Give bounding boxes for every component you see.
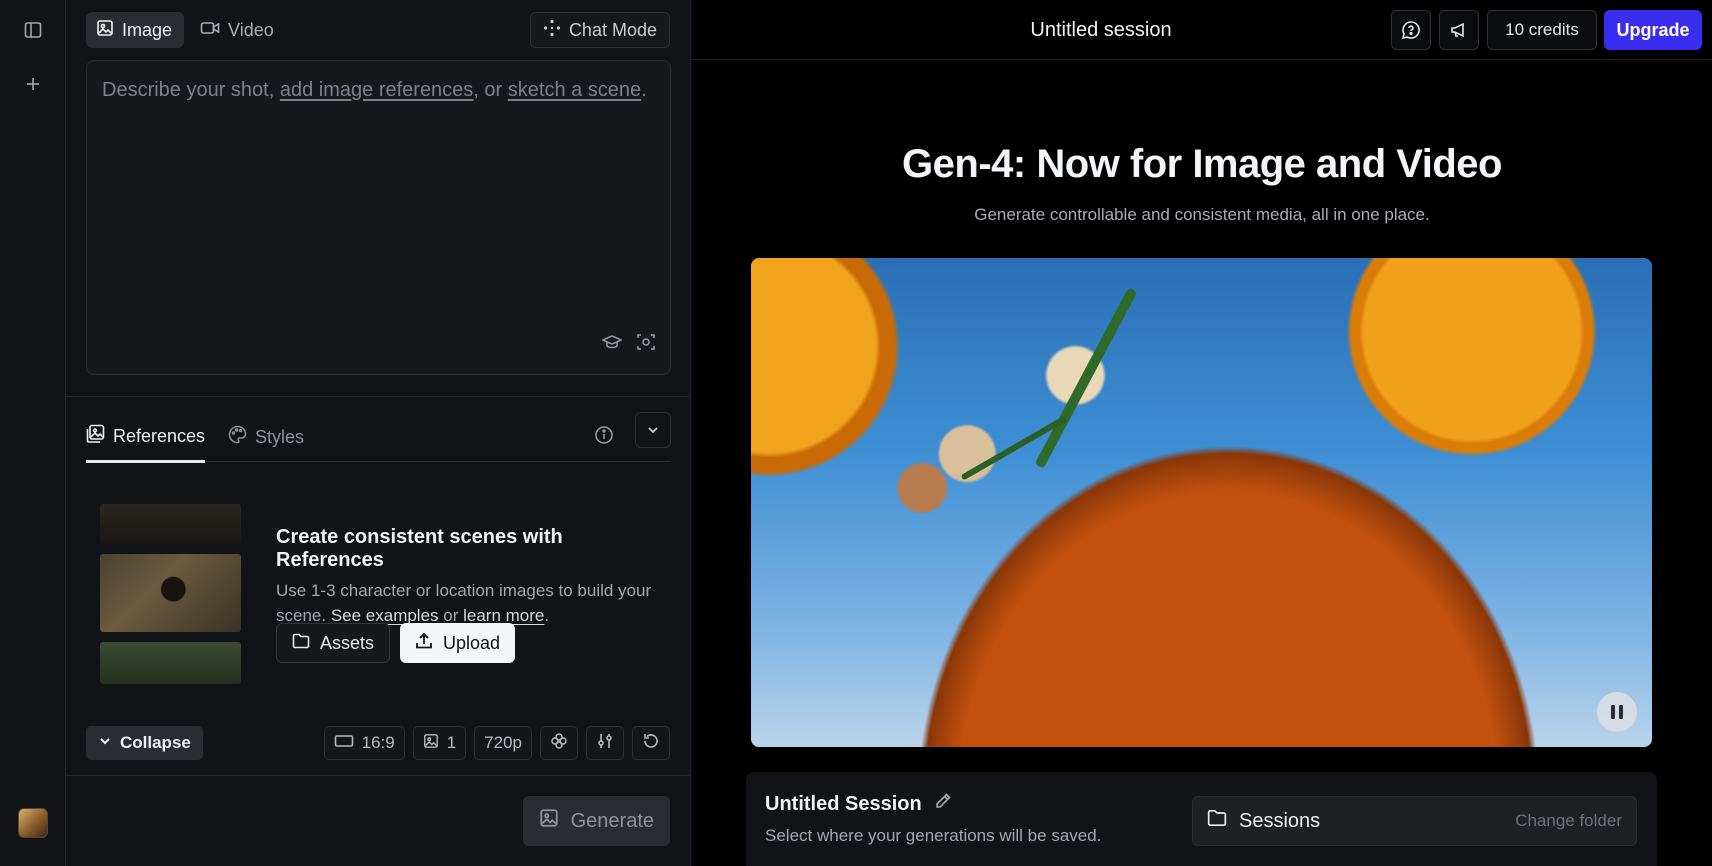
feedback-chat-icon[interactable] <box>1391 10 1431 50</box>
references-icon <box>86 424 105 448</box>
example-thumbnail <box>100 642 241 684</box>
tab-image[interactable]: Image <box>86 12 185 48</box>
sidebar-toggle-icon[interactable] <box>17 14 49 46</box>
resolution-select[interactable]: 720p <box>474 726 532 760</box>
reset-button[interactable] <box>632 726 670 760</box>
output-count-select[interactable]: 1 <box>412 726 467 760</box>
image-icon <box>96 19 114 42</box>
assets-button[interactable]: Assets <box>276 623 391 663</box>
settings-button[interactable] <box>586 726 624 760</box>
reset-icon <box>642 732 660 755</box>
palette-icon <box>228 425 247 449</box>
image-icon <box>539 808 559 834</box>
upload-label: Upload <box>443 632 501 653</box>
upload-icon <box>415 632 433 655</box>
example-thumbnail <box>100 504 241 544</box>
reference-actions: Assets Upload <box>276 623 516 663</box>
output-count-value: 1 <box>446 733 457 752</box>
generation-options: 16:9 1 720p <box>323 726 670 760</box>
sliders-icon <box>596 732 614 755</box>
pencil-icon[interactable] <box>934 792 952 816</box>
sketch-a-scene-link[interactable]: sketch a scene <box>508 79 641 101</box>
upgrade-button[interactable]: Upgrade <box>1604 10 1702 50</box>
tab-styles-label: Styles <box>255 426 305 447</box>
video-frame-detail <box>1034 287 1138 469</box>
tab-image-label: Image <box>122 19 173 40</box>
hero-title: Gen-4: Now for Image and Video <box>902 142 1502 186</box>
placeholder-period: . <box>641 79 647 101</box>
chevron-down-icon[interactable] <box>635 412 671 448</box>
reference-examples <box>100 504 241 684</box>
top-bar: Untitled session 10 credits Upgrade <box>692 0 1712 60</box>
references-heading: Create consistent scenes with References <box>276 526 563 571</box>
references-description: Use 1-3 character or location images to … <box>276 578 676 628</box>
video-camera-icon <box>200 20 220 41</box>
sessions-folder-select[interactable]: Sessions Change folder <box>1192 796 1637 846</box>
session-description: Select where your generations will be sa… <box>765 826 1102 845</box>
references-empty-state: Create consistent scenes with References… <box>276 526 676 628</box>
credits-button[interactable]: 10 credits <box>1487 10 1597 50</box>
chat-mode-button[interactable]: Chat Mode <box>529 12 670 48</box>
promo-video[interactable] <box>751 258 1652 747</box>
plus-icon[interactable] <box>17 68 49 100</box>
sessions-label-group: Sessions <box>1207 797 1320 845</box>
info-icon[interactable] <box>589 420 619 450</box>
mode-tabs: Image Video <box>86 12 286 48</box>
generate-button[interactable]: Generate <box>522 796 670 846</box>
example-thumbnail <box>100 554 241 632</box>
image-icon <box>423 733 439 754</box>
sparkle-dots-icon <box>543 19 561 42</box>
add-image-references-link[interactable]: add image references <box>280 79 473 101</box>
tab-video-label: Video <box>228 19 274 40</box>
aspect-ratio-select[interactable]: 16:9 <box>323 726 405 760</box>
generation-panel: Image Video Chat Mode Describe your shot… <box>66 0 691 866</box>
session-name: Untitled Session <box>765 792 952 816</box>
sessions-label: Sessions <box>1239 809 1321 832</box>
tab-styles[interactable]: Styles <box>228 412 304 462</box>
left-rail <box>0 0 66 866</box>
credits-label: 10 credits <box>1505 20 1579 39</box>
prompt-input[interactable]: Describe your shot, add image references… <box>86 60 671 375</box>
upload-button[interactable]: Upload <box>400 623 516 663</box>
collapse-label: Collapse <box>120 733 191 752</box>
divider <box>66 775 691 776</box>
chat-mode-label: Chat Mode <box>568 19 657 40</box>
tab-video[interactable]: Video <box>190 12 286 48</box>
folder-icon <box>292 633 310 654</box>
prompt-tools <box>601 333 656 356</box>
aspect-ratio-icon <box>334 733 354 753</box>
session-panel: Untitled Session Select where your gener… <box>746 772 1657 866</box>
placeholder-text: Describe your shot, <box>102 79 280 101</box>
chevron-down-icon <box>98 733 112 753</box>
graduation-cap-icon[interactable] <box>601 333 623 356</box>
placeholder-or: , or <box>473 79 508 101</box>
assets-label: Assets <box>320 632 375 653</box>
scan-eye-icon[interactable] <box>636 333 656 356</box>
session-name-label: Untitled Session <box>765 792 922 815</box>
avatar[interactable] <box>18 808 48 838</box>
pause-icon[interactable] <box>1597 692 1637 732</box>
divider <box>66 396 691 397</box>
prompt-placeholder: Describe your shot, add image references… <box>102 79 647 102</box>
tab-references-label: References <box>113 425 206 446</box>
references-period: . <box>544 606 550 625</box>
session-title[interactable]: Untitled session <box>692 0 1510 60</box>
generate-label: Generate <box>570 809 654 832</box>
style-presets-button[interactable] <box>540 726 578 760</box>
tab-references[interactable]: References <box>86 412 206 463</box>
reference-tabs: References Styles <box>86 412 671 463</box>
folder-icon <box>1207 809 1227 833</box>
main-area: Untitled session 10 credits Upgrade Gen-… <box>692 0 1712 866</box>
aspect-ratio-value: 16:9 <box>361 733 395 752</box>
flower-icon <box>550 732 568 755</box>
change-folder-link[interactable]: Change folder <box>1515 797 1622 845</box>
hero-subtitle: Generate controllable and consistent med… <box>974 205 1430 224</box>
resolution-value: 720p <box>484 733 522 752</box>
megaphone-icon[interactable] <box>1439 10 1479 50</box>
collapse-button[interactable]: Collapse <box>86 726 203 760</box>
